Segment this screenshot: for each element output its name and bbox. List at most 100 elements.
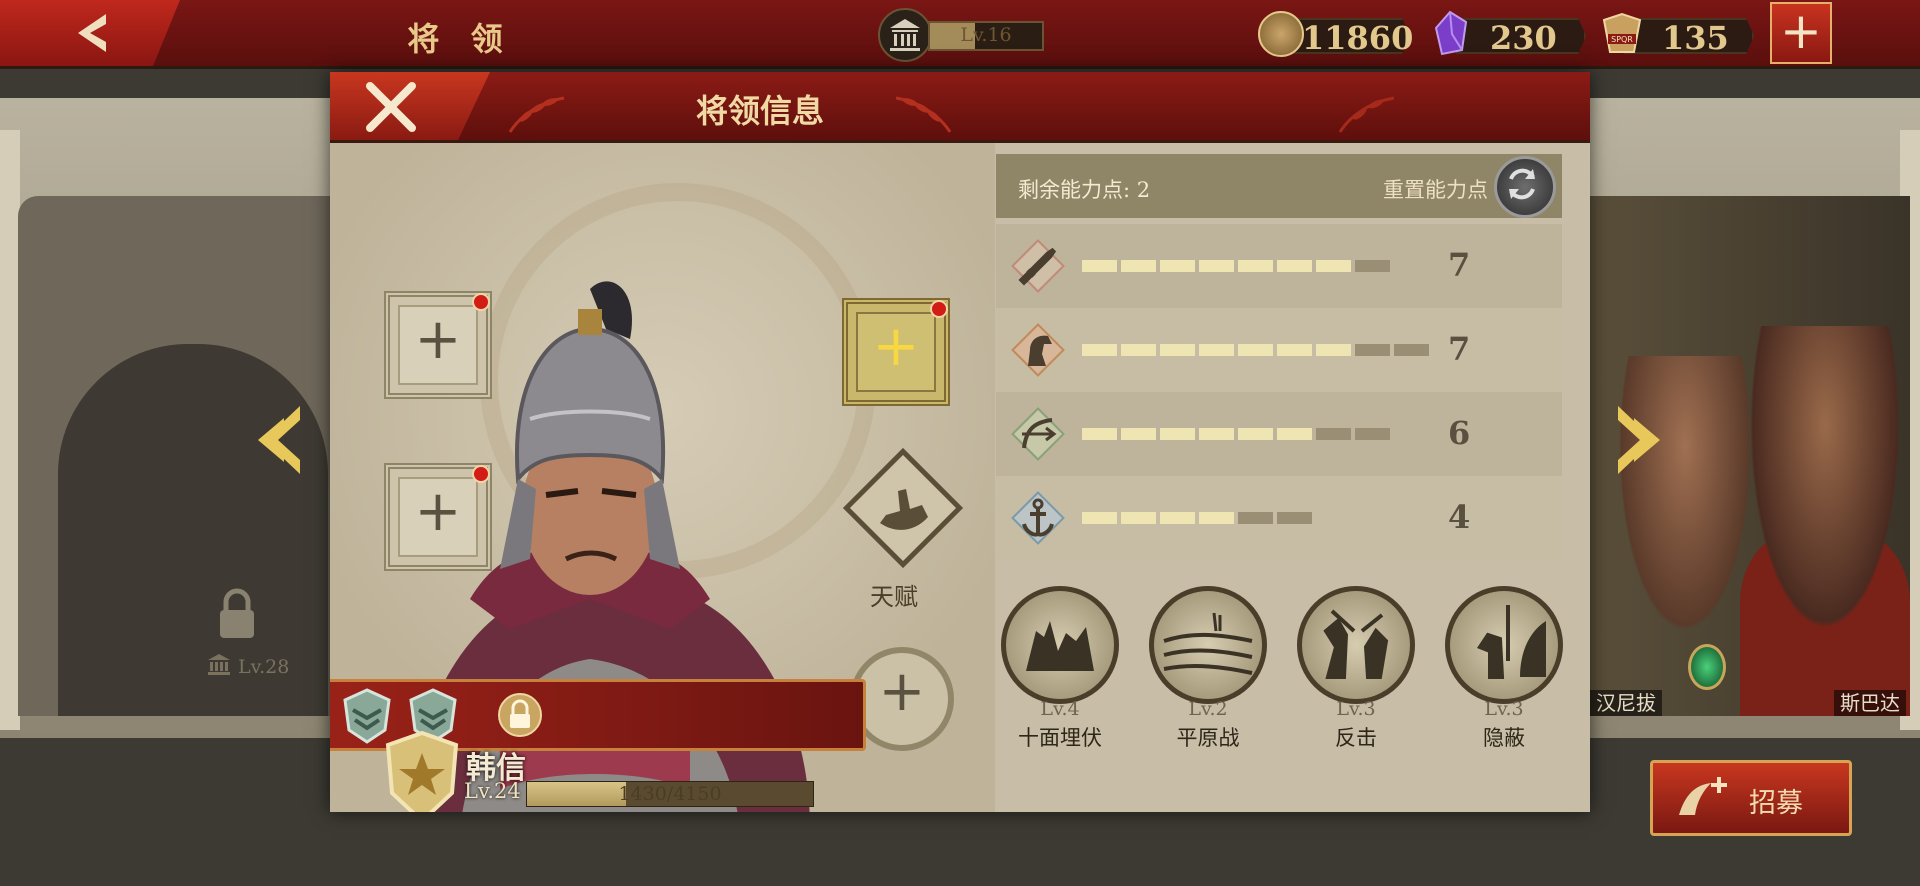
stat-bar (1082, 428, 1390, 440)
laurel-decor-icon (1338, 96, 1395, 133)
stat-segment (1238, 512, 1273, 524)
stat-segment (1316, 428, 1351, 440)
stat-segment (1238, 344, 1273, 356)
coin-counter: 11860 (1258, 8, 1413, 58)
stat-bar (1082, 344, 1429, 356)
stat-segment (1316, 344, 1351, 356)
stat-row-navy[interactable]: 4 (996, 476, 1562, 560)
gem-brooch (1688, 644, 1726, 690)
stat-segment (1355, 344, 1390, 356)
talent-icon[interactable] (840, 445, 966, 571)
stat-segment (1199, 344, 1234, 356)
stat-segment (1277, 512, 1312, 524)
gem-value: 230 (1490, 19, 1557, 57)
spqr-text: SPQR (1611, 35, 1633, 44)
spartacus-portrait (1740, 326, 1910, 656)
stat-segment (1121, 428, 1156, 440)
stat-segment (1160, 344, 1195, 356)
stat-segment (1121, 512, 1156, 524)
stat-bar (1082, 512, 1312, 524)
next-hero-arrow-icon[interactable] (1616, 404, 1664, 476)
notification-dot (930, 300, 948, 318)
stat-segment (1277, 260, 1312, 272)
remaining-points-label: 剩余能力点: 2 (1018, 178, 1151, 202)
rank-shield-icon (385, 730, 459, 812)
stat-segment (1277, 344, 1312, 356)
xp-text: 1430/4150 (618, 783, 722, 805)
hero-name-hannibal: 汉尼拔 (1590, 690, 1662, 716)
xp-bar: 1430/4150 (526, 781, 814, 807)
dialog-title: 将领信息 (695, 92, 824, 130)
stat-segment (1082, 512, 1117, 524)
stat-segment (1394, 344, 1429, 356)
stat-segment (1082, 260, 1117, 272)
stat-value: 7 (1448, 330, 1471, 368)
skill-ambush-icon (1001, 586, 1119, 704)
add-resource-button[interactable]: + (1770, 2, 1832, 64)
lock-icon (498, 693, 542, 737)
hero-name-spartacus: 斯巴达 (1834, 690, 1906, 716)
stat-segment (1238, 428, 1273, 440)
back-arrow-icon (78, 14, 106, 52)
stat-value: 4 (1448, 498, 1471, 536)
stat-segment (1199, 260, 1234, 272)
lock-icon (220, 588, 254, 638)
stat-segment (1199, 512, 1234, 524)
stat-segment (1199, 428, 1234, 440)
reset-points-label: 重置能力点 (1383, 178, 1488, 202)
stat-segment (1160, 260, 1195, 272)
anchor-icon (1011, 491, 1065, 545)
skill-concealment[interactable]: Lv.3 隐蔽 (1439, 586, 1569, 766)
skill-plains-icon (1149, 586, 1267, 704)
prev-hero-arrow-icon[interactable] (254, 404, 302, 476)
close-button[interactable] (330, 72, 490, 140)
building-level-bar: Lv.16 (928, 21, 1044, 51)
top-bar: 将 领 Lv.16 11860 230 SPQR 135 + (0, 0, 1920, 69)
stat-segment (1316, 260, 1351, 272)
ability-points-row: 剩余能力点: 2 重置能力点 (996, 154, 1562, 218)
bow-icon (1011, 407, 1065, 461)
stat-segment (1238, 260, 1273, 272)
stat-row-infantry[interactable]: 7 (996, 224, 1562, 308)
stat-row-archer[interactable]: 6 (996, 392, 1562, 476)
stat-segment (1355, 260, 1390, 272)
emblem-counter: SPQR 135 (1600, 8, 1754, 58)
hero-name-plate: 韩信 Lv.24 1430/4150 (384, 730, 944, 812)
emblem-value: 135 (1662, 19, 1729, 57)
hero-level: Lv.24 (464, 779, 521, 803)
recruit-button[interactable]: 招募 (1650, 760, 1852, 836)
recruit-label: 招募 (1749, 788, 1803, 819)
horse-icon (1011, 323, 1065, 377)
stat-bar (1082, 260, 1390, 272)
stat-value: 6 (1448, 414, 1471, 452)
locked-hero-level: Lv.28 (206, 652, 289, 678)
stat-segment (1355, 428, 1390, 440)
stat-segment (1082, 428, 1117, 440)
skill-counter-icon (1297, 586, 1415, 704)
gem-counter: 230 (1432, 8, 1586, 58)
stat-row-cavalry[interactable]: 7 (996, 308, 1562, 392)
skill-ambush[interactable]: Lv.4 十面埋伏 (995, 586, 1125, 766)
coin-value: 11860 (1302, 19, 1414, 57)
reset-points-button[interactable] (1494, 156, 1556, 218)
skill-plains-battle[interactable]: Lv.2 平原战 (1143, 586, 1273, 766)
building-icon (878, 8, 932, 62)
skill-concealment-icon (1445, 586, 1563, 704)
talent-label: 天赋 (870, 583, 918, 611)
sword-icon (1011, 239, 1065, 293)
hannibal-portrait (1610, 356, 1760, 656)
stat-segment (1160, 512, 1195, 524)
laurel-right-icon (895, 96, 952, 133)
equip-slot-eye-of-horus[interactable]: + (842, 298, 950, 406)
plus-icon: + (878, 659, 926, 724)
laurel-left-icon (508, 96, 565, 133)
back-button[interactable] (0, 0, 180, 66)
stat-segment (1160, 428, 1195, 440)
dialog-header: 将领信息 (330, 72, 1590, 143)
coin-icon (1258, 11, 1304, 57)
skill-counterattack[interactable]: Lv.3 反击 (1291, 586, 1421, 766)
page-title: 将 领 (407, 20, 513, 58)
spqr-emblem-icon: SPQR (1602, 12, 1642, 53)
stat-segment (1277, 428, 1312, 440)
stat-segment (1121, 260, 1156, 272)
